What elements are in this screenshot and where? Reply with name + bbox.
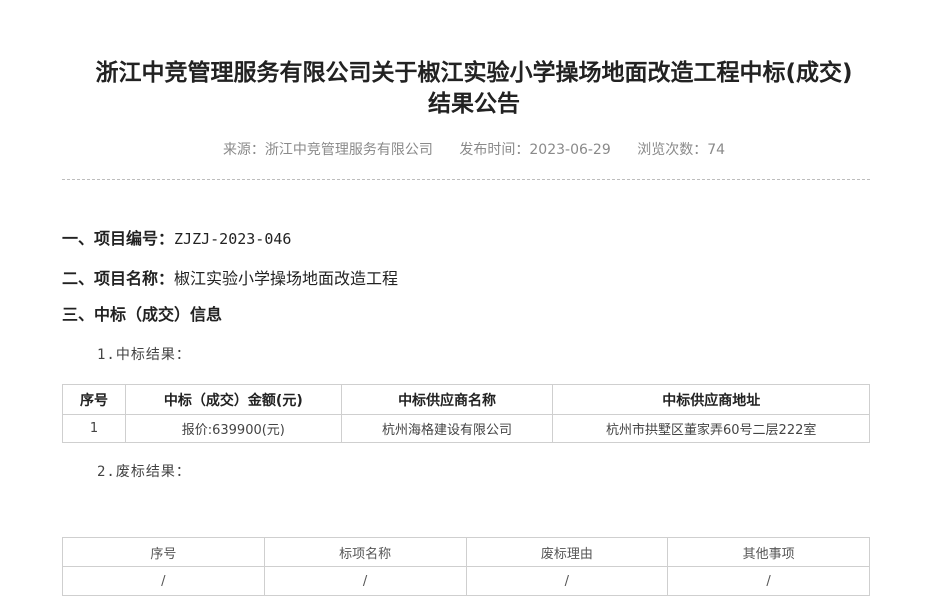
section-award-info: 三、中标（成交）信息	[62, 304, 222, 326]
project-number-label: 一、项目编号：	[62, 229, 175, 248]
source-text: 来源：浙江中竞管理服务有限公司	[222, 142, 433, 158]
table-cell: 杭州海格建设有限公司	[340, 414, 554, 443]
failed-bid-subheading: 2.废标结果：	[97, 464, 191, 480]
award-info-heading: 三、中标（成交）信息	[62, 305, 223, 324]
page-title: 浙江中竞管理服务有限公司关于椒江实验小学操场地面改造工程中标(成交) 结果公告	[40, 58, 908, 120]
project-number-value: ZJZJ-2023-046	[174, 230, 292, 248]
dashed-divider	[62, 179, 870, 180]
table-cell: /	[667, 566, 870, 596]
header-cell: 中标供应商名称	[340, 384, 554, 415]
section-project-name: 二、项目名称：椒江实验小学操场地面改造工程	[62, 268, 398, 290]
title-line-2: 结果公告	[428, 91, 520, 117]
table-cell: /	[465, 566, 669, 596]
table-row: / / / /	[62, 566, 870, 596]
article-meta: 来源：浙江中竞管理服务有限公司 发布时间：2023-06-29 浏览次数：74	[0, 140, 948, 160]
table-header-row: 序号 标项名称 废标理由 其他事项	[62, 537, 870, 567]
title-line-1: 浙江中竞管理服务有限公司关于椒江实验小学操场地面改造工程中标(成交)	[95, 60, 853, 86]
publish-time: 发布时间：2023-06-29	[459, 142, 611, 158]
failed-bid-table: 序号 标项名称 废标理由 其他事项 / / / /	[62, 537, 870, 596]
table-header-row: 序号 中标（成交）金额(元) 中标供应商名称 中标供应商地址	[62, 384, 870, 415]
project-name-value: 椒江实验小学操场地面改造工程	[174, 269, 399, 288]
table-cell: 杭州市拱墅区董家弄60号二层222室	[552, 414, 870, 443]
section-project-number: 一、项目编号：ZJZJ-2023-046	[62, 228, 291, 250]
award-result-table: 序号 中标（成交）金额(元) 中标供应商名称 中标供应商地址 1 报价:6399…	[62, 384, 870, 443]
table-cell: 报价:639900(元)	[124, 414, 342, 443]
view-count: 浏览次数：74	[637, 142, 726, 158]
table-row: 1 报价:639900(元) 杭州海格建设有限公司 杭州市拱墅区董家弄60号二层…	[62, 414, 870, 443]
header-cell: 标项名称	[263, 537, 467, 567]
header-cell: 其他事项	[667, 537, 870, 567]
award-result-subheading: 1.中标结果：	[97, 347, 191, 363]
table-cell: 1	[62, 414, 126, 443]
header-cell: 序号	[62, 384, 126, 415]
project-name-label: 二、项目名称：	[62, 269, 175, 288]
header-cell: 序号	[62, 537, 265, 567]
header-cell: 中标供应商地址	[552, 384, 870, 415]
announcement-page: 浙江中竞管理服务有限公司关于椒江实验小学操场地面改造工程中标(成交) 结果公告 …	[0, 0, 948, 612]
header-cell: 中标（成交）金额(元)	[124, 384, 342, 415]
table-cell: /	[263, 566, 467, 596]
table-cell: /	[62, 566, 265, 596]
header-cell: 废标理由	[465, 537, 669, 567]
